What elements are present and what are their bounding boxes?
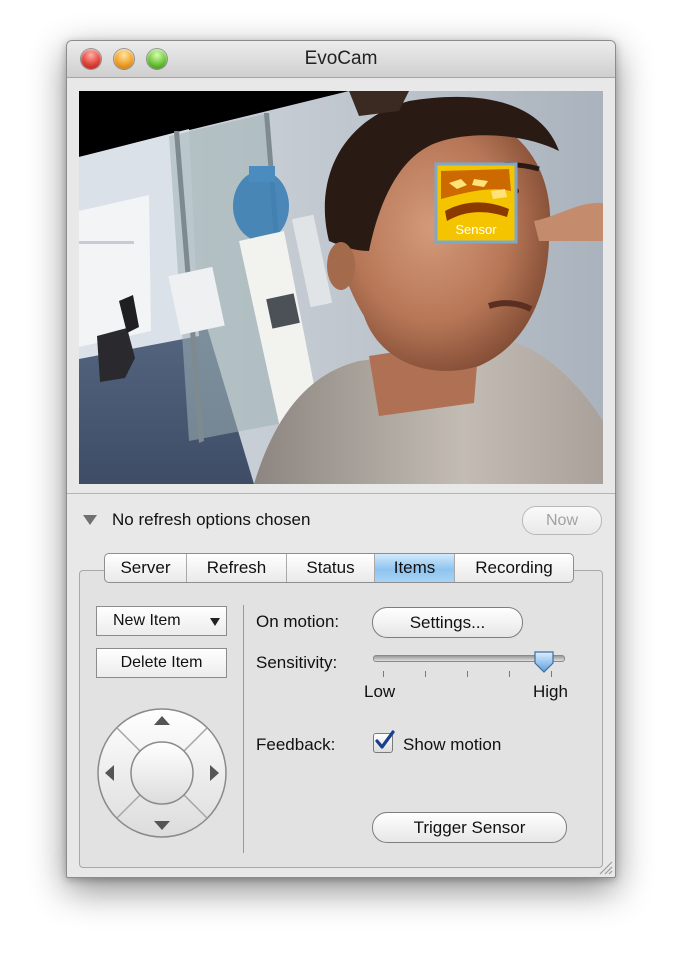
sensitivity-low-label: Low [364,682,396,701]
disclosure-triangle-icon[interactable] [83,515,97,525]
refresh-status-text: No refresh options chosen [112,510,311,529]
feedback-label: Feedback: [256,735,336,754]
new-item-popup-button[interactable]: New Item [96,606,227,636]
on-motion-label: On motion: [256,612,340,631]
camera-preview[interactable]: Sensor [79,91,603,484]
settings-button[interactable]: Settings... [372,607,523,638]
tab-items[interactable]: Items [375,554,455,582]
show-motion-checkbox[interactable] [373,730,395,753]
new-item-label: New Item [113,612,181,629]
delete-item-button[interactable]: Delete Item [96,648,227,678]
sensor-label: Sensor [455,222,497,237]
divider [67,493,615,494]
tab-status[interactable]: Status [287,554,375,582]
evocam-window: EvoCam Sensor No refresh options chosen … [66,40,616,878]
tab-recording[interactable]: Recording [455,554,573,582]
direction-pad [97,708,227,838]
tab-server[interactable]: Server [105,554,187,582]
resize-grip-icon[interactable] [597,859,613,875]
checkmark-icon [375,730,395,749]
camera-image: Sensor [79,91,603,484]
popup-arrow-icon [210,618,220,626]
sensitivity-high-label: High [533,682,568,701]
tab-bar: Server Refresh Status Items Recording [104,553,574,583]
sensitivity-label: Sensitivity: [256,653,338,672]
title-bar[interactable]: EvoCam [67,41,615,78]
panel-divider [243,605,244,853]
center-button[interactable] [130,741,194,805]
show-motion-label[interactable]: Show motion [403,735,501,755]
now-button[interactable]: Now [522,506,602,535]
trigger-sensor-button[interactable]: Trigger Sensor [372,812,567,843]
tab-refresh[interactable]: Refresh [187,554,287,582]
sensitivity-slider-thumb[interactable] [533,650,555,674]
window-title: EvoCam [304,48,378,69]
